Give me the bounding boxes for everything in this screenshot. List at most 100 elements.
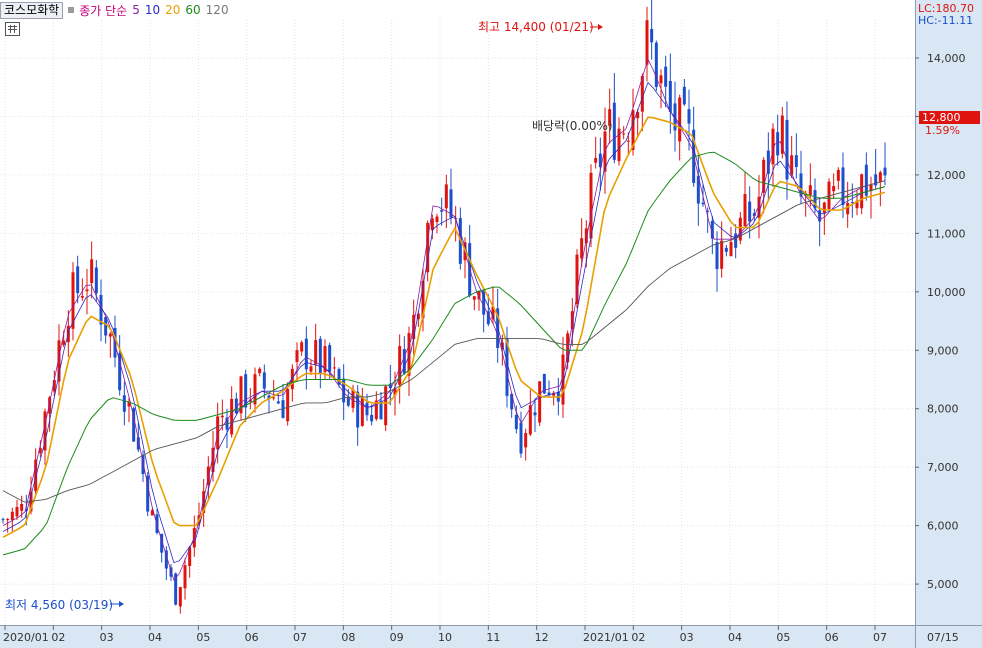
y-tick-label: 14,000 [927,52,966,65]
y-tick-label: 5,000 [927,578,959,591]
candle-down [304,338,308,370]
x-tick-label: 04 [148,631,162,644]
candle-up [314,340,318,365]
candle-up [575,254,579,305]
candle-up [678,97,682,142]
candle-up [220,415,224,418]
series-label[interactable]: 종가 단순 [79,2,127,19]
candle-up [6,519,10,521]
y-tick-label: 12,000 [927,169,966,182]
x-tick-label: 05 [196,631,210,644]
candle-down [440,210,444,212]
candle-up [626,140,630,142]
square-icon [68,7,75,13]
candle-down [715,242,719,270]
ma20-label[interactable]: 20 [165,3,180,17]
candle-up [300,342,304,352]
x-tick-label: 02 [631,631,645,644]
x-tick-label: 07 [873,631,887,644]
ma5-label[interactable]: 5 [132,3,140,17]
x-tick-label: 10 [438,631,452,644]
candlesticks [1,0,887,614]
candle-up [85,289,89,292]
candle-down [276,401,280,404]
x-tick-label: 02 [51,631,65,644]
chart-annotations: 최고 14,400 (01/21) 최저 4,560 (03/19) 배당락(0.0… [5,20,613,612]
candle-up [62,340,66,345]
candle-up [15,507,19,517]
candle-up [10,511,14,521]
candle-up [108,333,112,337]
candle-up [178,587,182,607]
candle-up [309,366,313,372]
x-right-label: 07/15 [927,631,959,644]
ma-line-5 [2,58,886,581]
low-annotation: 최저 4,560 (03/19) [5,598,113,612]
candle-down [650,28,654,43]
x-tick-label: 08 [341,631,355,644]
dividend-annotation: 배당락(0.00%) [532,119,613,133]
candle-down [687,109,691,124]
candle-down [519,422,523,454]
candle-down [365,402,369,416]
stock-name[interactable]: 코스모화학 [0,1,64,19]
y-tick-label: 9,000 [927,344,959,357]
x-tick-label: 09 [390,631,404,644]
x-tick-label: 2021/01 [583,631,629,644]
candle-up [351,389,355,408]
x-tick-label: 03 [680,631,694,644]
candle-down [262,372,266,389]
x-tick-label: 06 [825,631,839,644]
candle-up [80,295,84,298]
change-percent: 1.59% [925,124,960,137]
candle-up [743,194,747,226]
y-tick-label: 8,000 [927,403,959,416]
current-price-tag: 12,800 [919,111,980,124]
candle-down [668,80,672,112]
candle-up [878,172,882,182]
ma10-label[interactable]: 10 [145,3,160,17]
candle-up [48,397,52,414]
candle-up [258,368,262,374]
candle-up [435,216,439,223]
ma120-label[interactable]: 120 [206,3,229,17]
candle-up [836,169,840,181]
candle-down [104,316,108,336]
candle-up [360,397,364,426]
high-arrow-head [598,24,603,30]
moving-average-lines [2,58,886,581]
candle-up [729,242,733,257]
candle-down [724,247,728,252]
candle-down [122,395,126,412]
ma-line-10 [2,81,886,564]
candle-down [734,233,738,248]
y-tick-label: 6,000 [927,520,959,533]
candle-up [622,133,626,135]
candle-down [402,349,406,374]
candle-down [701,202,705,205]
candle-up [183,565,187,589]
candle-up [295,350,299,362]
ma60-label[interactable]: 60 [185,3,200,17]
candle-up [594,158,598,163]
candle-up [846,202,850,215]
x-tick-label: 03 [100,631,114,644]
candle-down [533,412,537,416]
candle-up [659,75,663,84]
candle-down [318,338,322,374]
x-tick-label: 07 [293,631,307,644]
candle-down [748,201,752,222]
chart-grid [0,20,915,625]
table-view-icon[interactable] [5,22,20,36]
candle-up [645,20,649,65]
x-tick-label: 2020/01 [3,631,49,644]
x-tick-label: 06 [245,631,259,644]
candle-down [883,167,887,176]
high-annotation: 최고 14,400 (01/21) [478,20,594,34]
candle-up [272,397,276,399]
candle-down [346,397,350,406]
candle-up [720,240,724,269]
candle-up [822,202,826,213]
price-chart[interactable]: 5,000 6,000 7,000 8,000 9,000 10,000 11,000 12,… [0,0,982,648]
candle-down [664,66,668,87]
